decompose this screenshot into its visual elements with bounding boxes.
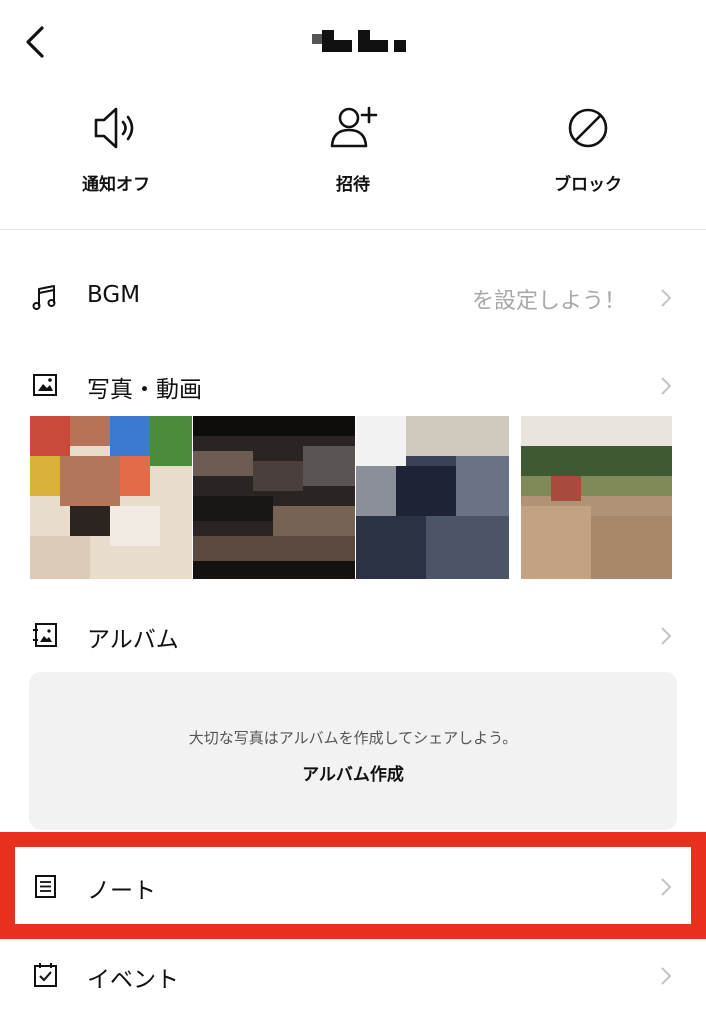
music-note-icon [32,285,56,310]
divider [0,229,706,230]
notification-off-button[interactable]: 通知オフ [36,100,196,195]
notification-off-label: 通知オフ [82,175,150,195]
chevron-right-icon [661,289,672,307]
chevron-left-icon [26,26,44,58]
invite-button[interactable]: 招待 [273,100,433,195]
block-label: ブロック [554,175,622,195]
photos-videos-row[interactable]: 写真・動画 [0,356,706,416]
photo-thumbnail[interactable] [521,416,672,579]
album-row[interactable]: アルバム [0,606,706,666]
event-label: イベント [87,967,179,993]
chevron-right-icon [661,377,672,395]
photo-icon [33,374,57,396]
block-icon [568,108,608,148]
bgm-value: を設定しよう！ [471,289,626,314]
add-user-icon [330,106,378,148]
album-icon [33,623,57,647]
back-button[interactable] [18,22,58,62]
create-album-button[interactable]: アルバム作成 [29,760,677,785]
chevron-right-icon [661,967,672,985]
block-button[interactable]: ブロック [508,100,668,195]
highlight-frame [0,832,706,939]
photo-thumbnail[interactable] [30,416,192,579]
bgm-row[interactable]: BGM を設定しよう！ [0,268,706,328]
speaker-icon [94,107,134,149]
event-row[interactable]: イベント [0,946,706,1006]
photo-thumbnail[interactable] [356,416,509,579]
invite-label: 招待 [336,175,370,195]
calendar-icon [34,963,57,987]
album-label: アルバム [87,627,179,653]
chat-title-obscured [312,30,412,54]
bgm-label: BGM [87,282,141,308]
chevron-right-icon [661,627,672,645]
album-empty-card: 大切な写真はアルバムを作成してシェアしよう。 アルバム作成 [29,672,677,830]
album-empty-message: 大切な写真はアルバムを作成してシェアしよう。 [188,729,518,747]
photos-videos-label: 写真・動画 [87,377,202,403]
photo-thumbnail[interactable] [193,416,355,579]
